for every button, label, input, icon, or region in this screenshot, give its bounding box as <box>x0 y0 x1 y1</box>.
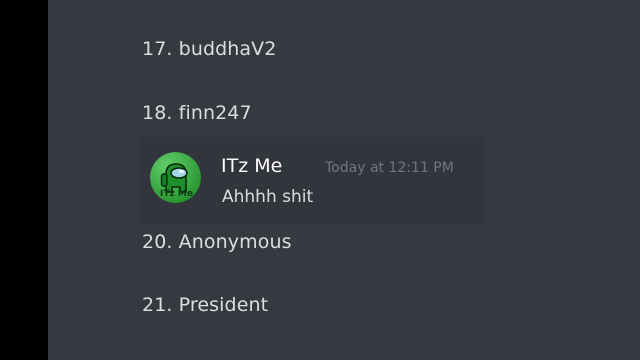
crewmate-avatar-icon: ITz Me <box>150 152 201 203</box>
list-item-21: 21. President <box>142 294 269 316</box>
list-item-20: 20. Anonymous <box>142 231 292 253</box>
list-item-17: 17. buddhaV2 <box>142 38 277 60</box>
message-author[interactable]: ITz Me <box>221 154 282 178</box>
screen: 17. buddhaV2 18. finn247 ITz Me ITz Me T… <box>0 0 640 360</box>
chat-pane: 17. buddhaV2 18. finn247 ITz Me ITz Me T… <box>48 0 640 360</box>
list-item-18: 18. finn247 <box>142 102 252 124</box>
avatar[interactable]: ITz Me <box>150 152 201 203</box>
message-text: Ahhhh shit <box>222 187 314 207</box>
avatar-text: ITz Me <box>160 189 193 199</box>
chat-message[interactable]: ITz Me ITz Me Today at 12:11 PM Ahhhh sh… <box>140 137 483 225</box>
message-timestamp: Today at 12:11 PM <box>325 160 454 176</box>
